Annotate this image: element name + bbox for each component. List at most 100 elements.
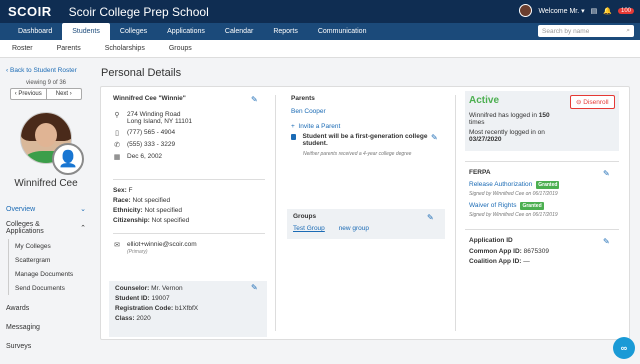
welcome-text: Welcome Mr. [538, 7, 580, 15]
subnav-parents[interactable]: Parents [57, 45, 81, 52]
sidebar-item-colleges-apps[interactable]: Colleges & Applications ⌃ [6, 217, 86, 239]
subnav-roster[interactable]: Roster [12, 45, 33, 52]
bell-icon[interactable]: 🔔 [603, 7, 612, 15]
edit-counselor-pencil-icon[interactable]: ✎ [251, 283, 258, 292]
demographics: Sex: F Race: Not specified Ethnicity: No… [113, 187, 265, 227]
student-full-name: Winnifred Cee "Winnie" [113, 95, 186, 102]
sex-value: F [128, 187, 133, 194]
mobile-row: ▯ (777) 565 - 4904 [113, 129, 265, 137]
student-name: Winnifred Cee [14, 178, 78, 189]
school-name: Scoir College Prep School [68, 4, 209, 19]
group-link[interactable]: Test Group [293, 225, 325, 232]
sidebar-item-my-colleges[interactable]: My Colleges [15, 239, 86, 253]
parent-link[interactable]: Ben Cooper [291, 108, 441, 115]
viewing-count: viewing 9 of 36 [25, 80, 67, 86]
mobile-number: (777) 565 - 4904 [127, 129, 176, 136]
phone-number: (555) 333 - 3229 [127, 141, 176, 148]
granted-badge: Granted [536, 181, 560, 189]
edit-student-pencil-icon[interactable]: ✎ [251, 95, 258, 104]
groups-section: Groups Test Group new group [293, 213, 439, 235]
disenroll-label: Disenroll [583, 99, 609, 106]
search-icon[interactable]: ⌕ [626, 27, 630, 35]
citizenship-label: Citizenship: [113, 217, 150, 224]
tab-communication[interactable]: Communication [308, 23, 377, 40]
invite-parent-button[interactable]: + Invite a Parent [291, 123, 441, 130]
race-label: Race: [113, 197, 131, 204]
date-of-birth: Dec 6, 2002 [127, 153, 163, 160]
disenroll-button[interactable]: ⊖ Disenroll [570, 95, 615, 109]
edit-parents-pencil-icon[interactable]: ✎ [431, 133, 438, 142]
edit-appid-pencil-icon[interactable]: ✎ [603, 237, 610, 246]
tab-calendar[interactable]: Calendar [215, 23, 263, 40]
reg-code-value: b1XfbfX [174, 305, 199, 312]
sidebar: ‹ Back to Student Roster viewing 9 of 36… [0, 58, 92, 364]
signed-note: Signed by Winnifred Cee on 06/17/2019 [469, 191, 558, 197]
support-chat-icon[interactable]: ∞ [613, 337, 635, 359]
address-row: ⚲ 274 Winding Road Long Island, NY 11101 [113, 111, 265, 125]
phone-row: ✆ (555) 333 - 3229 [113, 141, 265, 149]
tab-colleges[interactable]: Colleges [110, 23, 157, 40]
phone-icon: ✆ [114, 142, 120, 149]
previous-button[interactable]: ‹ Previous [11, 89, 46, 99]
application-id-section: Application ID Common App ID: 8675309 Co… [469, 237, 619, 268]
chevron-left-icon: ‹ [6, 67, 9, 74]
chevron-right-icon: › [68, 91, 72, 97]
waiver-of-rights-link[interactable]: Waiver of Rights [469, 202, 516, 209]
new-group-link[interactable]: new group [339, 225, 369, 232]
location-icon: ⚲ [114, 112, 120, 119]
sidebar-item-send-documents[interactable]: Send Documents [15, 281, 86, 295]
dob-row: ▦ Dec 6, 2002 [113, 153, 265, 161]
edit-groups-pencil-icon[interactable]: ✎ [427, 213, 434, 222]
counselor-value: Mr. Vernon [151, 285, 183, 292]
edit-ferpa-pencil-icon[interactable]: ✎ [603, 169, 610, 178]
tab-dashboard[interactable]: Dashboard [8, 23, 62, 40]
sidebar-item-scattergram[interactable]: Scattergram [15, 253, 86, 267]
signed-note: Signed by Winnifred Cee on 06/17/2019 [469, 212, 558, 218]
email-address[interactable]: elliot+winnie@scoir.com [127, 241, 197, 248]
sub-nav: Roster Parents Scholarships Groups [0, 40, 640, 58]
student-id-value: 19007 [151, 295, 170, 302]
colleges-apps-label: Colleges & Applications [6, 221, 44, 235]
tab-students[interactable]: Students [62, 23, 110, 40]
top-bar: SCOIR Scoir College Prep School Welcome … [0, 0, 640, 23]
email-row: ✉ elliot+winnie@scoir.com (Primary) [113, 241, 265, 255]
ferpa-title: FERPA [469, 169, 491, 176]
counselor-info: Counselor: Mr. Vernon Student ID: 19007 … [115, 285, 261, 325]
common-app-value: 8675309 [523, 248, 549, 255]
parents-title: Parents [291, 95, 315, 102]
coalition-app-label: Coalition App ID: [469, 258, 522, 265]
chat-icon[interactable]: ▤ [591, 7, 598, 15]
common-app-label: Common App ID: [469, 248, 522, 255]
sidebar-item-awards[interactable]: Awards [6, 301, 86, 316]
sidebar-item-surveys[interactable]: Surveys [6, 339, 86, 354]
user-avatar[interactable] [519, 4, 533, 17]
sidebar-menu: Overview ⌄ Colleges & Applications ⌃ My … [6, 201, 86, 354]
chevron-up-icon: ⌃ [80, 225, 86, 232]
user-silhouette-icon[interactable]: 👤 [52, 143, 84, 175]
app-logo[interactable]: SCOIR [8, 4, 52, 19]
tab-applications[interactable]: Applications [157, 23, 215, 40]
search-input[interactable]: Search by name ⌕ [538, 25, 634, 37]
tab-reports[interactable]: Reports [263, 23, 308, 40]
welcome-menu[interactable]: Welcome Mr. ▾ [538, 7, 584, 15]
sidebar-item-messaging[interactable]: Messaging [6, 320, 86, 335]
class-label: Class: [115, 315, 135, 322]
back-to-roster-link[interactable]: ‹ Back to Student Roster [6, 67, 86, 74]
release-authorization-link[interactable]: Release Authorization [469, 181, 532, 188]
recent-login-text: Most recently logged in on [469, 129, 545, 136]
subnav-groups[interactable]: Groups [169, 45, 192, 52]
checkbox-icon[interactable] [291, 134, 297, 140]
next-label: Next [55, 91, 69, 97]
notification-badge[interactable]: 100 [617, 7, 634, 14]
calendar-icon: ▦ [113, 154, 121, 161]
sidebar-item-overview[interactable]: Overview ⌄ [6, 201, 86, 217]
next-button[interactable]: Next › [45, 89, 82, 99]
groups-title: Groups [293, 213, 317, 220]
subnav-scholarships[interactable]: Scholarships [105, 45, 145, 52]
sidebar-item-manage-documents[interactable]: Manage Documents [15, 267, 86, 281]
remove-icon: ⊖ [576, 99, 582, 106]
search-placeholder: Search by name [542, 27, 590, 35]
class-value: 2020 [136, 315, 151, 322]
colleges-submenu: My Colleges Scattergram Manage Documents… [8, 239, 86, 295]
citizenship-value: Not specified [151, 217, 190, 224]
